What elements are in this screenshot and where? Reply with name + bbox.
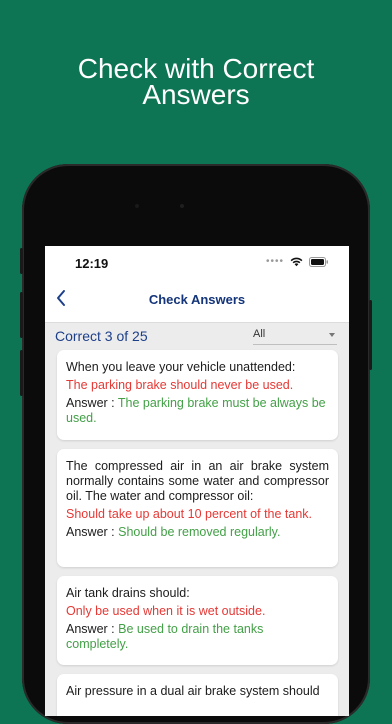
status-icons: •••• xyxy=(266,257,329,267)
promo-headline: Check with Correct Answers xyxy=(0,55,392,110)
question-text: The compressed air in an air brake syste… xyxy=(66,459,329,503)
phone-side-button xyxy=(20,248,23,274)
front-sensor xyxy=(180,204,184,208)
app-screen: 12:19 •••• Check Answers Correct 3 of 25 xyxy=(45,246,349,716)
status-time: 12:19 xyxy=(75,256,109,271)
question-text: When you leave your vehicle unattended: xyxy=(66,360,296,374)
chevron-down-icon xyxy=(329,333,335,337)
answer-label: Answer : xyxy=(66,396,118,410)
summary-bar: Correct 3 of 25 All xyxy=(45,322,349,350)
question-text: Air tank drains should: xyxy=(66,586,190,600)
correct-answer-row: Answer : Be used to drain the tanks comp… xyxy=(66,622,329,652)
correct-answer-row: Answer : The parking brake must be alway… xyxy=(66,396,329,426)
your-answer-text: The parking brake should never be used. xyxy=(66,378,294,392)
filter-dropdown[interactable]: All xyxy=(253,326,337,345)
your-answer-text: Only be used when it is wet outside. xyxy=(66,604,266,618)
page-title: Check Answers xyxy=(148,292,246,307)
status-bar: 12:19 •••• xyxy=(45,246,349,276)
wifi-icon xyxy=(290,257,303,267)
signal-icon: •••• xyxy=(265,256,284,267)
your-answer-text: Should take up about 10 percent of the t… xyxy=(66,507,313,521)
phone-volume-up xyxy=(20,292,23,338)
question-card: Air tank drains should: Only be used whe… xyxy=(57,576,338,665)
promo-headline-line2: Answers xyxy=(142,79,250,110)
question-card: When you leave your vehicle unattended: … xyxy=(57,350,338,440)
question-card: Air pressure in a dual air brake system … xyxy=(57,674,338,716)
filter-dropdown-value: All xyxy=(253,328,266,340)
answer-label: Answer : xyxy=(66,525,119,539)
navigation-bar: Check Answers xyxy=(45,276,349,323)
answer-label: Answer : xyxy=(66,622,119,636)
question-text: Air pressure in a dual air brake system … xyxy=(66,684,320,698)
question-card: The compressed air in an air brake syste… xyxy=(57,449,338,567)
phone-power-button xyxy=(369,300,372,370)
correct-count: Correct 3 of 25 xyxy=(55,328,148,344)
correct-answer-text: Should be removed regularly. xyxy=(118,525,281,539)
correct-answer-row: Answer : Should be removed regularly. xyxy=(66,525,329,540)
battery-icon xyxy=(309,257,328,267)
phone-volume-down xyxy=(20,350,23,396)
front-camera xyxy=(135,204,139,208)
